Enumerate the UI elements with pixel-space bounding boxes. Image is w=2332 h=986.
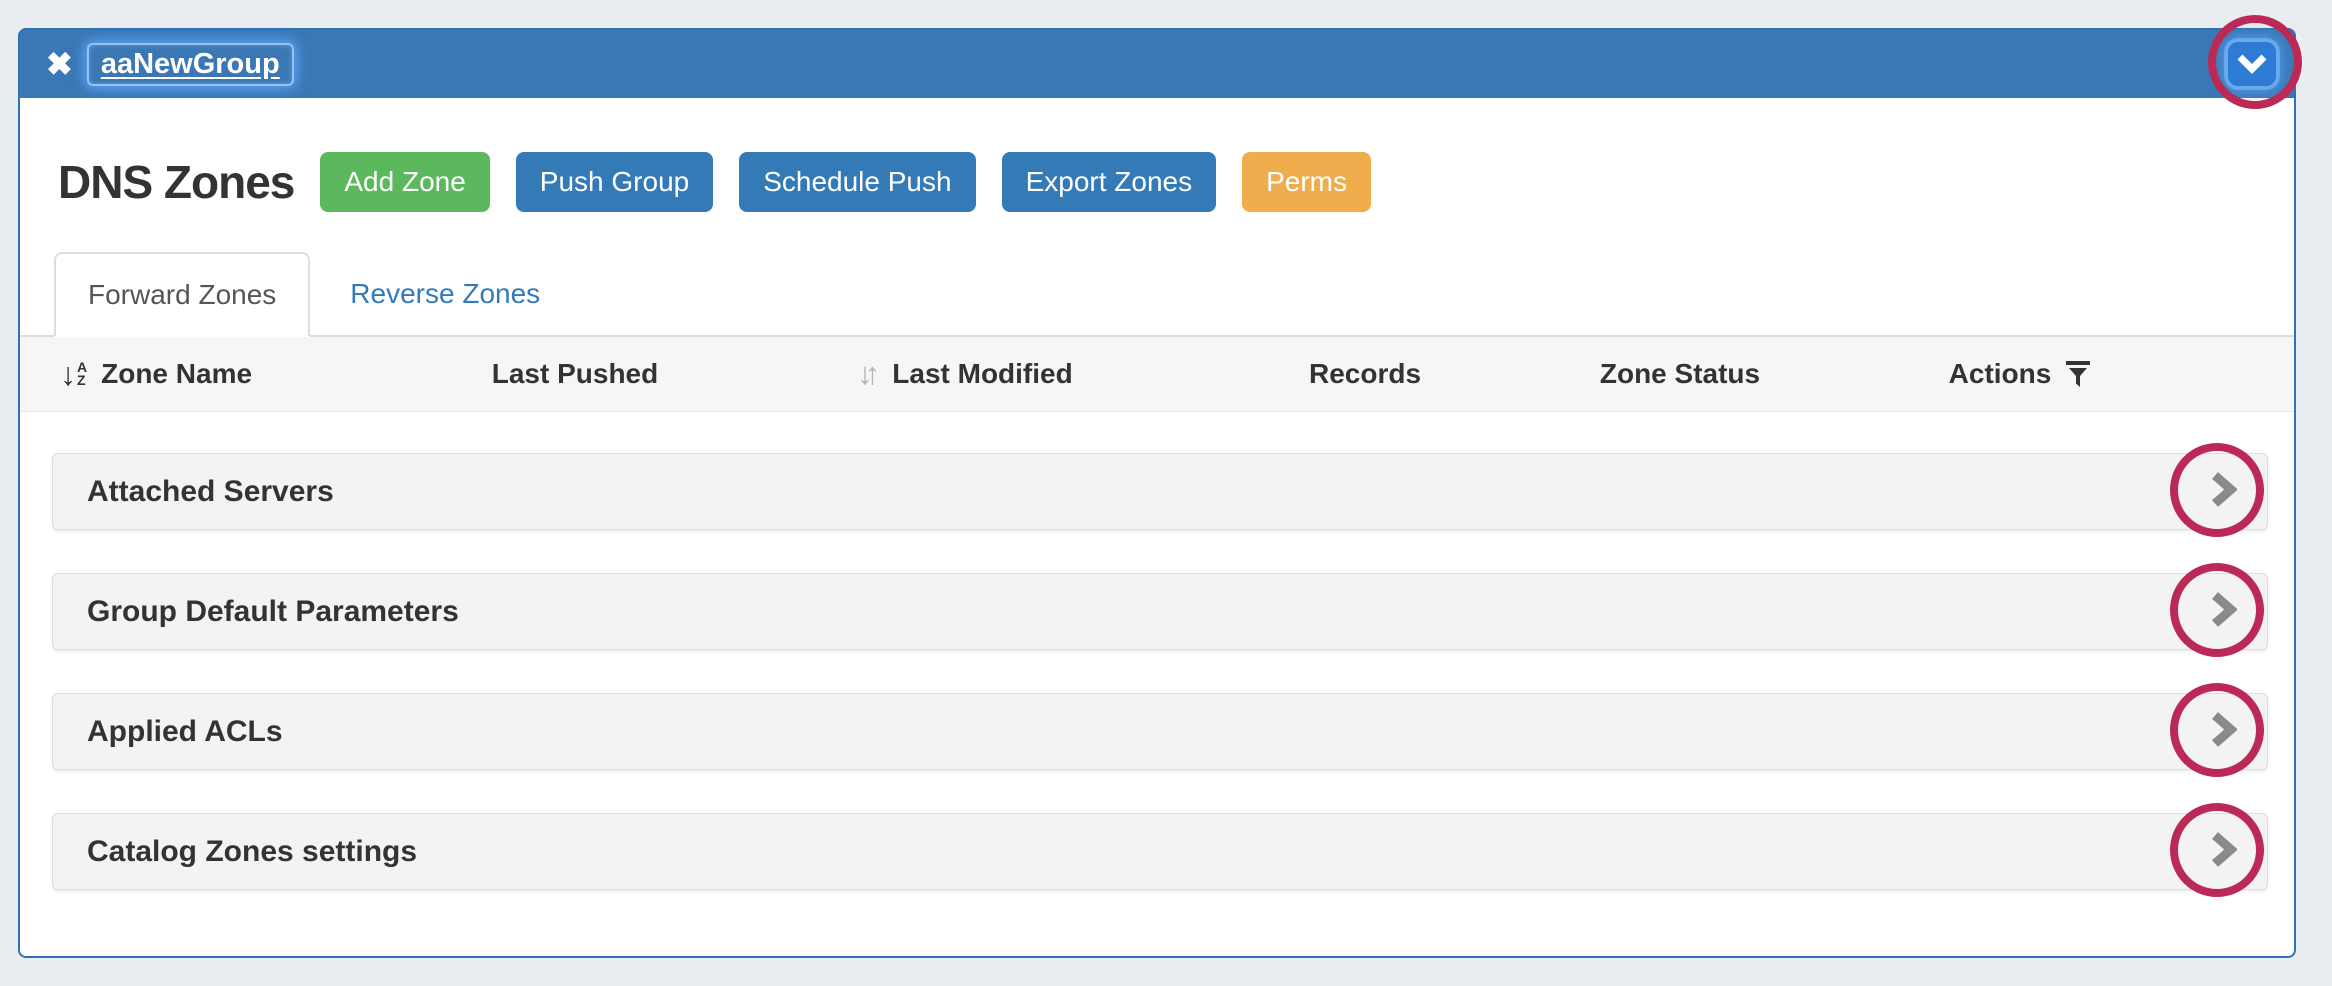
- filter-icon[interactable]: [2065, 360, 2091, 388]
- column-header-zone-status[interactable]: Zone Status: [1540, 358, 1820, 390]
- chevron-right-icon[interactable]: [2211, 831, 2237, 872]
- panel-title: Group Default Parameters: [87, 595, 459, 629]
- group-title-link[interactable]: aaNewGroup: [87, 43, 294, 86]
- export-zones-button[interactable]: Export Zones: [1002, 152, 1217, 212]
- toolbar: DNS Zones Add Zone Push Group Schedule P…: [58, 152, 2294, 212]
- group-header-bar: ✖ aaNewGroup: [20, 30, 2294, 98]
- tab-reverse-zones[interactable]: Reverse Zones: [310, 252, 580, 335]
- column-label: Last Pushed: [492, 358, 658, 390]
- close-icon[interactable]: ✖: [46, 48, 73, 80]
- panel-attached-servers[interactable]: Attached Servers: [52, 453, 2268, 530]
- add-zone-button[interactable]: Add Zone: [320, 152, 489, 212]
- panel-catalog-zones-settings[interactable]: Catalog Zones settings: [52, 813, 2268, 890]
- push-group-button[interactable]: Push Group: [516, 152, 713, 212]
- zone-tabs: Forward Zones Reverse Zones: [20, 252, 2294, 337]
- chevron-right-icon[interactable]: [2211, 591, 2237, 632]
- column-header-actions[interactable]: Actions: [1820, 358, 2220, 390]
- chevron-right-icon[interactable]: [2211, 711, 2237, 752]
- column-label: Last Modified: [892, 358, 1072, 390]
- panel-group-default-parameters[interactable]: Group Default Parameters: [52, 573, 2268, 650]
- page: ✖ aaNewGroup DNS Zones Add Zone Push Gro…: [0, 0, 2332, 986]
- tab-forward-zones[interactable]: Forward Zones: [54, 252, 310, 337]
- sort-up-down-icon[interactable]: ↓↑: [857, 356, 872, 392]
- collapse-button[interactable]: [2228, 42, 2276, 86]
- sort-alpha-asc-icon[interactable]: ↓ A Z: [60, 358, 87, 390]
- panel-title: Applied ACLs: [87, 715, 283, 749]
- panel-applied-acls[interactable]: Applied ACLs: [52, 693, 2268, 770]
- perms-button[interactable]: Perms: [1242, 152, 1371, 212]
- column-header-zone-name[interactable]: ↓ A Z Zone Name: [20, 358, 410, 390]
- column-label: Zone Status: [1600, 358, 1760, 390]
- column-header-last-modified[interactable]: ↓↑ Last Modified: [740, 356, 1190, 392]
- chevron-down-icon: [2237, 54, 2267, 74]
- panel-title: Catalog Zones settings: [87, 835, 417, 869]
- column-label: Actions: [1949, 358, 2052, 390]
- chevron-right-icon[interactable]: [2211, 471, 2237, 512]
- column-header-last-pushed[interactable]: Last Pushed: [410, 358, 740, 390]
- page-title: DNS Zones: [58, 155, 294, 209]
- column-label: Records: [1309, 358, 1421, 390]
- panel-list: Attached Servers Group Default Parameter…: [52, 453, 2268, 890]
- panel-title: Attached Servers: [87, 475, 334, 509]
- column-header-records[interactable]: Records: [1190, 358, 1540, 390]
- zones-table-header: ↓ A Z Zone Name Last Pushed ↓↑ Last Modi…: [20, 337, 2294, 412]
- schedule-push-button[interactable]: Schedule Push: [739, 152, 975, 212]
- column-label: Zone Name: [101, 358, 252, 390]
- group-card: ✖ aaNewGroup DNS Zones Add Zone Push Gro…: [18, 28, 2296, 958]
